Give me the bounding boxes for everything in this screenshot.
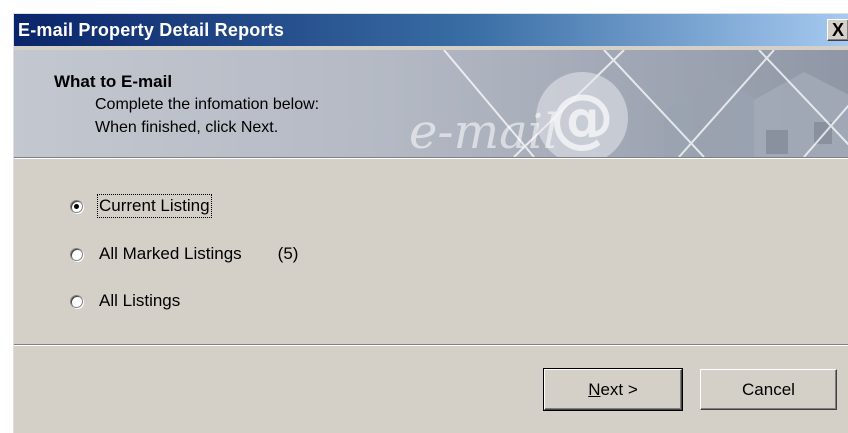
all-marked-listings-label[interactable]: All Marked Listings (99, 244, 242, 264)
wizard-header: @ e-mail What to E-mail Complete the inf… (14, 50, 848, 157)
all-marked-listings-radio[interactable] (70, 247, 83, 261)
instruction-line-2: When finished, click Next. (95, 119, 279, 136)
close-button[interactable]: X (827, 19, 848, 41)
instruction-line-1: Complete the infomation below: (95, 96, 320, 113)
option-all-marked-listings[interactable]: All Marked Listings (5) (70, 243, 298, 265)
email-reports-dialog: E-mail Property Detail Reports X @ e-mai… (13, 13, 848, 433)
window-title: E-mail Property Detail Reports (18, 20, 285, 40)
all-listings-radio[interactable] (70, 294, 83, 308)
next-mnemonic: N (588, 379, 601, 399)
marked-count: (5) (277, 244, 299, 263)
banner-email-text: e-mail (409, 104, 558, 157)
all-listings-label[interactable]: All Listings (99, 291, 180, 311)
title-bar[interactable]: E-mail Property Detail Reports X (14, 14, 848, 46)
current-listing-radio[interactable] (70, 199, 83, 213)
current-listing-label[interactable]: Current Listing (97, 194, 212, 218)
step-title: What to E-mail (54, 72, 173, 91)
next-button[interactable]: Next > (543, 368, 683, 411)
cancel-label: Cancel (742, 379, 795, 399)
option-all-listings[interactable]: All Listings (70, 290, 180, 312)
next-label: ext > (600, 379, 638, 399)
option-current-listing[interactable]: Current Listing (70, 194, 212, 218)
cancel-button[interactable]: Cancel (700, 369, 837, 410)
header-divider (14, 157, 848, 159)
svg-text:@: @ (550, 82, 614, 156)
close-icon: X (831, 20, 844, 40)
footer-divider (14, 344, 848, 346)
